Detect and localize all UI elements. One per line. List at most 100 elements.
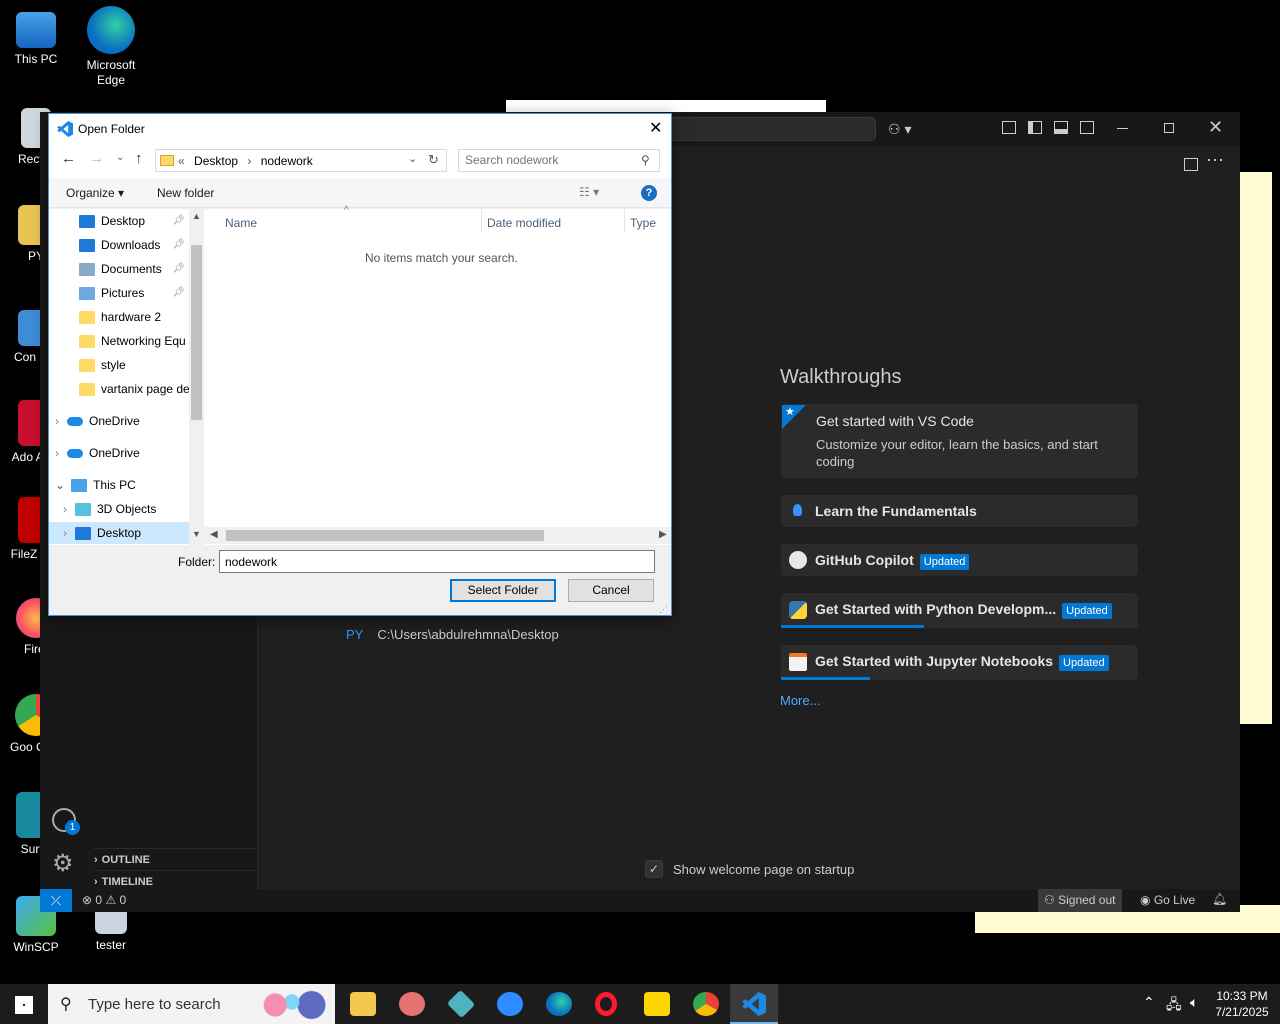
opera-icon[interactable] <box>595 992 617 1016</box>
nav-item-networking[interactable]: Networking Equ <box>79 330 189 352</box>
desktop-icon-edge[interactable]: Microsoft Edge <box>75 6 147 88</box>
edge-icon[interactable] <box>546 992 572 1016</box>
walkthrough-card-fundamentals[interactable]: Learn the Fundamentals <box>781 495 1138 527</box>
go-live-button[interactable]: ◉ Go Live <box>1140 889 1195 912</box>
more-actions-icon[interactable]: ⋯ <box>1206 150 1224 171</box>
nav-item-label: style <box>101 358 126 372</box>
taskbar-vscode-button[interactable] <box>730 984 778 1024</box>
scroll-left-icon[interactable]: ◀ <box>210 529 218 540</box>
toggle-panel-icon[interactable] <box>1054 121 1068 134</box>
start-windows-icon[interactable] <box>15 996 33 1014</box>
minimize-icon[interactable] <box>1117 128 1128 129</box>
nav-item-pictures[interactable]: Pictures 📌︎ <box>79 282 189 304</box>
column-divider[interactable] <box>624 209 625 233</box>
recent-item-path: C:\Users\abdulrehmna\Desktop <box>377 627 559 642</box>
app-icon[interactable] <box>446 989 476 1019</box>
chrome-icon[interactable] <box>693 992 719 1016</box>
tree-item-onedrive[interactable]: › OneDrive <box>55 410 189 432</box>
address-bar-row: ← → ⌄ ↑ « Desktop › nodework ⌄ ↻ ⚲ <box>49 144 671 178</box>
show-hidden-icons-chevron[interactable]: ⌃ <box>1143 994 1155 1011</box>
scroll-down-icon[interactable]: ▼ <box>192 529 201 539</box>
customize-layout-icon[interactable] <box>1002 121 1016 134</box>
dialog-close-icon[interactable]: ✕ <box>649 118 662 138</box>
back-arrow-icon[interactable]: ← <box>61 150 76 167</box>
nav-item-downloads[interactable]: Downloads 📌︎ <box>79 234 189 256</box>
open-folder-dialog[interactable]: Open Folder ✕ ← → ⌄ ↑ « Desktop › nodewo… <box>48 113 672 616</box>
search-highlight-icon <box>262 990 328 1020</box>
scroll-up-icon[interactable]: ▲ <box>192 211 201 221</box>
desktop-icon-this-pc[interactable]: This PC <box>0 8 72 67</box>
search-input[interactable] <box>465 153 635 167</box>
refresh-icon[interactable]: ↻ <box>428 152 439 168</box>
updated-badge: Updated <box>1062 603 1112 619</box>
welcome-startup-checkbox[interactable]: ✓ <box>645 860 663 878</box>
scrollbar-thumb[interactable] <box>191 245 202 420</box>
tree-item-this-pc[interactable]: ⌄ This PC <box>55 474 189 496</box>
column-divider[interactable] <box>481 209 482 233</box>
breadcrumb-overflow[interactable]: « <box>178 154 185 168</box>
desktop-icon-label: tester <box>95 938 126 952</box>
select-folder-button[interactable]: Select Folder <box>450 579 556 602</box>
more-walkthroughs-link[interactable]: More... <box>780 693 820 708</box>
help-icon[interactable]: ? <box>641 185 657 201</box>
tree-item-3d-objects[interactable]: › 3D Objects <box>63 498 189 520</box>
recent-locations-chevron-icon[interactable]: ⌄ <box>116 152 124 163</box>
nav-item-hardware[interactable]: hardware 2 <box>79 306 189 328</box>
command-center[interactable] <box>660 117 876 141</box>
volume-icon[interactable]: 🔈︎ <box>1190 994 1198 1011</box>
problems-indicator[interactable]: ⊗ 0 ⚠ 0 <box>82 893 126 907</box>
column-header-date[interactable]: Date modified <box>487 216 561 230</box>
scroll-right-icon[interactable]: ▶ <box>659 529 667 540</box>
folder-name-input[interactable] <box>219 550 655 573</box>
snipping-tool-icon[interactable] <box>399 992 425 1016</box>
toggle-secondary-sidebar-icon[interactable] <box>1080 121 1094 134</box>
column-header-name[interactable]: Name <box>225 216 257 230</box>
split-editor-icon[interactable] <box>1184 158 1198 171</box>
horizontal-scrollbar[interactable]: ◀ ▶ <box>204 527 671 544</box>
view-options-icon[interactable]: ☷ ▾ <box>579 185 599 199</box>
breadcrumb-nodework[interactable]: nodework <box>261 154 313 168</box>
breadcrumb-desktop[interactable]: Desktop <box>194 154 238 168</box>
nav-scrollbar[interactable]: ▲ ▼ <box>189 209 204 545</box>
pin-icon: 📌︎ <box>172 239 185 250</box>
network-icon[interactable]: 🖧︎ <box>1166 994 1182 1018</box>
outline-section-header[interactable]: › OUTLINE <box>94 848 256 870</box>
up-arrow-icon[interactable]: ↑ <box>135 150 143 167</box>
copilot-icon[interactable]: ⚇ ▾ <box>888 121 911 138</box>
cancel-button[interactable]: Cancel <box>568 579 654 602</box>
close-icon[interactable]: ✕ <box>1208 117 1223 138</box>
column-header-type[interactable]: Type <box>630 216 656 230</box>
bell-icon[interactable]: 🔔︎ <box>1212 892 1227 906</box>
tree-item-onedrive[interactable]: › OneDrive <box>55 442 189 464</box>
toggle-primary-sidebar-icon[interactable] <box>1028 121 1042 134</box>
tree-item-desktop[interactable]: › Desktop <box>49 522 189 544</box>
resize-grip-icon[interactable]: ⋰ <box>659 604 668 615</box>
walkthrough-card-jupyter[interactable]: Get Started with Jupyter Notebooks Update… <box>781 645 1138 680</box>
walkthrough-card-copilot[interactable]: GitHub Copilot Updated <box>781 544 1138 576</box>
recent-item[interactable]: PY C:\Users\abdulrehmna\Desktop <box>346 627 559 642</box>
address-dropdown-icon[interactable]: ⌄ <box>408 152 417 165</box>
clock[interactable]: 10:33 PM 7/21/2025 <box>1212 988 1272 1020</box>
walkthrough-card-vscode[interactable]: ★ Get started with VS Code Customize you… <box>781 404 1138 478</box>
new-folder-button[interactable]: New folder <box>157 186 214 200</box>
address-bar[interactable]: « Desktop › nodework ⌄ ↻ <box>155 149 447 172</box>
nav-item-style[interactable]: style <box>79 354 189 376</box>
nav-item-documents[interactable]: Documents 📌︎ <box>79 258 189 280</box>
nav-item-desktop[interactable]: Desktop 📌︎ <box>79 210 189 232</box>
signed-out-button[interactable]: ⚇ Signed out <box>1038 889 1122 912</box>
organize-menu[interactable]: Organize ▾ <box>66 186 124 200</box>
forward-arrow-icon[interactable]: → <box>89 150 104 167</box>
walkthrough-card-python[interactable]: Get Started with Python Developm... Updat… <box>781 593 1138 628</box>
zoom-icon[interactable] <box>497 992 523 1016</box>
search-box[interactable]: ⚲ <box>458 149 660 172</box>
taskbar-search-box[interactable]: ⚲ Type here to search <box>48 984 335 1024</box>
nav-item-vartanix[interactable]: vartanix page de <box>79 378 189 400</box>
chevron-right-icon: › <box>55 446 59 460</box>
settings-gear-icon[interactable]: ⚙ <box>52 852 74 876</box>
remote-indicator[interactable]: ⤫ <box>40 889 72 912</box>
sticky-notes-icon[interactable] <box>644 992 670 1016</box>
maximize-icon[interactable] <box>1164 123 1174 133</box>
file-explorer-icon[interactable] <box>350 992 376 1016</box>
sticky-note[interactable] <box>1238 172 1272 724</box>
scrollbar-thumb[interactable] <box>226 530 544 541</box>
